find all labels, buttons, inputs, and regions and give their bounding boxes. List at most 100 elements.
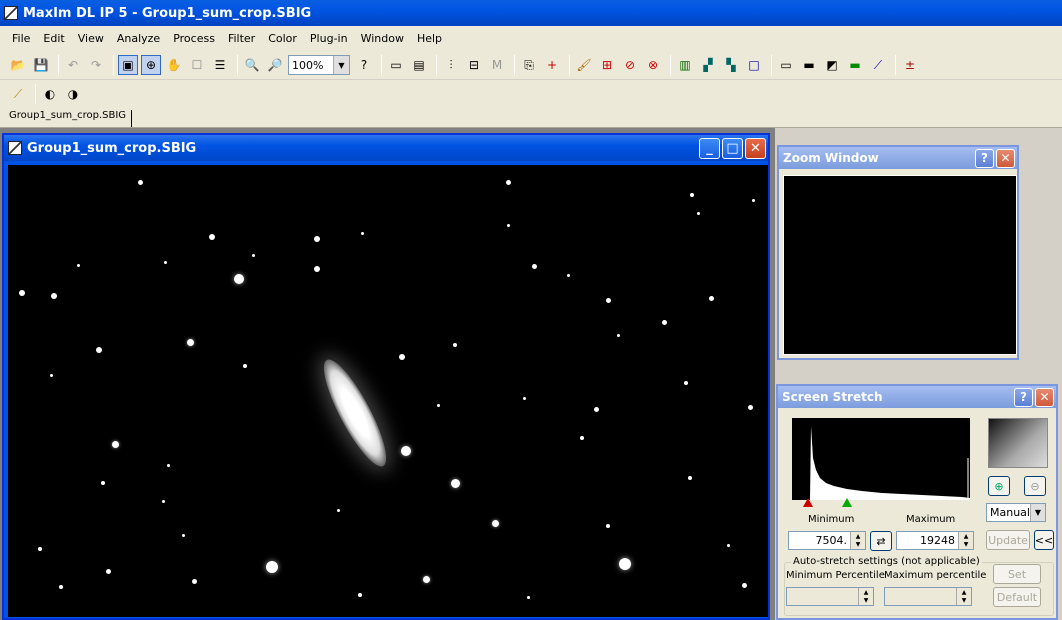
grab-icon[interactable]: ☐ xyxy=(187,55,207,75)
min-marker-icon[interactable] xyxy=(803,498,813,507)
zoom-in-icon[interactable]: 🔍 xyxy=(242,55,262,75)
menu-edit[interactable]: Edit xyxy=(43,32,64,45)
galaxy xyxy=(313,352,397,474)
menu-file[interactable]: File xyxy=(12,32,30,45)
curve-icon[interactable]: ⟋ xyxy=(868,55,888,75)
observatory-icon[interactable]: ◐ xyxy=(40,84,60,104)
brush-icon[interactable]: 🖌 xyxy=(574,55,594,75)
minimize-button[interactable]: _ xyxy=(699,137,720,159)
plus-minus-icon[interactable]: ± xyxy=(900,55,920,75)
toolbar-separator xyxy=(35,84,36,104)
star xyxy=(51,293,57,299)
stretch-mode-select[interactable]: Manual ▼ xyxy=(986,503,1046,522)
star xyxy=(111,440,119,448)
min-percentile-input[interactable]: ▲ ▼ xyxy=(786,587,874,606)
max-marker-icon[interactable] xyxy=(842,498,852,507)
open-icon[interactable]: 📂 xyxy=(8,55,28,75)
properties-icon[interactable]: ☰ xyxy=(210,55,230,75)
star xyxy=(566,273,570,277)
zoom-select[interactable]: 100% ▼ xyxy=(288,55,350,75)
menu-plugin[interactable]: Plug-in xyxy=(310,32,348,45)
line-icon[interactable]: ▬ xyxy=(845,55,865,75)
spinner-icon[interactable]: ▲ ▼ xyxy=(850,532,865,549)
star xyxy=(266,561,278,573)
maximize-button[interactable]: □ xyxy=(722,137,743,159)
pan-hand-icon[interactable]: ✋ xyxy=(164,55,184,75)
combine-icon[interactable]: ▚ xyxy=(721,55,741,75)
image-window-title: Group1_sum_crop.SBIG xyxy=(27,140,197,156)
zoom-in-button[interactable]: ⊕ xyxy=(988,476,1010,496)
close-button[interactable]: ✕ xyxy=(1035,387,1054,407)
target-icon[interactable]: ⊞ xyxy=(597,55,617,75)
default-button[interactable]: Default xyxy=(993,587,1041,607)
image-window[interactable]: Group1_sum_crop.SBIG _ □ ✕ xyxy=(2,133,770,620)
layer-icon[interactable]: ▞ xyxy=(698,55,718,75)
close-button[interactable]: ✕ xyxy=(745,137,766,159)
chevron-down-icon[interactable]: ▼ xyxy=(1030,504,1045,521)
rectangle-icon[interactable]: ▭ xyxy=(776,55,796,75)
menu-analyze[interactable]: Analyze xyxy=(117,32,160,45)
stack-icon[interactable]: ▤ xyxy=(409,55,429,75)
close-button[interactable]: ✕ xyxy=(996,148,1015,168)
chevron-down-icon[interactable]: ▼ xyxy=(333,56,349,74)
ruler-icon[interactable]: ▭ xyxy=(386,55,406,75)
no-filter-icon[interactable]: ⊗ xyxy=(643,55,663,75)
help-button[interactable]: ? xyxy=(1014,387,1033,407)
star xyxy=(751,198,755,202)
square-icon[interactable]: □ xyxy=(744,55,764,75)
measure-icon[interactable]: ⊟ xyxy=(464,55,484,75)
context-help-icon[interactable]: ? xyxy=(354,55,374,75)
screen-stretch-title-bar[interactable]: Screen Stretch ? ✕ xyxy=(778,386,1056,408)
align-icon[interactable]: ⫶ xyxy=(441,55,461,75)
image-icon[interactable]: ▬ xyxy=(799,55,819,75)
redo-icon[interactable]: ↷ xyxy=(86,55,106,75)
histogram[interactable] xyxy=(792,418,970,500)
collapse-button[interactable]: << xyxy=(1034,530,1054,550)
add-icon[interactable]: + xyxy=(542,55,562,75)
crosshair-icon[interactable]: ⊕ xyxy=(141,55,161,75)
minimum-input[interactable]: 7504. ▲ ▼ xyxy=(788,531,866,550)
histogram-icon[interactable]: ▥ xyxy=(675,55,695,75)
wand-icon[interactable]: ⟋ xyxy=(8,84,28,104)
star xyxy=(522,396,526,400)
max-percentile-input[interactable]: ▲ ▼ xyxy=(884,587,972,606)
mask-icon[interactable]: M xyxy=(487,55,507,75)
image-icon xyxy=(8,141,22,155)
tab-document[interactable]: Group1_sum_crop.SBIG xyxy=(4,110,133,127)
spinner-icon[interactable]: ▲ ▼ xyxy=(958,532,973,549)
star xyxy=(401,446,411,456)
zoom-out-button[interactable]: ⊖ xyxy=(1024,476,1046,496)
telescope-icon[interactable]: ◑ xyxy=(63,84,83,104)
image-view-icon[interactable]: ▣ xyxy=(118,55,138,75)
spinner-icon[interactable]: ▲ ▼ xyxy=(956,588,971,605)
screen-stretch-title: Screen Stretch xyxy=(782,390,883,404)
app-icon xyxy=(4,6,18,20)
set-button[interactable]: Set xyxy=(993,564,1041,584)
menu-help[interactable]: Help xyxy=(417,32,442,45)
maximum-value: 19248 xyxy=(920,534,955,547)
menu-color[interactable]: Color xyxy=(268,32,297,45)
gradient-icon[interactable]: ◩ xyxy=(822,55,842,75)
zoom-out-icon[interactable]: 🔎 xyxy=(265,55,285,75)
copy-icon[interactable]: ⎘ xyxy=(519,55,539,75)
image-window-title-bar[interactable]: Group1_sum_crop.SBIG _ □ ✕ xyxy=(4,135,768,161)
star xyxy=(747,404,753,410)
save-icon[interactable]: 💾 xyxy=(31,55,51,75)
maximum-input[interactable]: 19248 ▲ ▼ xyxy=(896,531,974,550)
star xyxy=(96,347,102,353)
update-button[interactable]: Update xyxy=(986,530,1030,550)
auto-stretch-group-title: Auto-stretch settings (not applicable) xyxy=(791,556,982,567)
menu-window[interactable]: Window xyxy=(361,32,404,45)
menu-process[interactable]: Process xyxy=(173,32,215,45)
help-button[interactable]: ? xyxy=(975,148,994,168)
no-mask-icon[interactable]: ⊘ xyxy=(620,55,640,75)
menu-view[interactable]: View xyxy=(78,32,104,45)
swap-button[interactable]: ⇄ xyxy=(870,531,892,551)
menu-filter[interactable]: Filter xyxy=(228,32,255,45)
zoom-window-title-bar[interactable]: Zoom Window ? ✕ xyxy=(779,147,1017,169)
spinner-icon[interactable]: ▲ ▼ xyxy=(858,588,873,605)
astro-image[interactable] xyxy=(8,165,768,617)
zoom-window-panel: Zoom Window ? ✕ xyxy=(777,145,1019,360)
undo-icon[interactable]: ↶ xyxy=(63,55,83,75)
star xyxy=(450,478,460,488)
